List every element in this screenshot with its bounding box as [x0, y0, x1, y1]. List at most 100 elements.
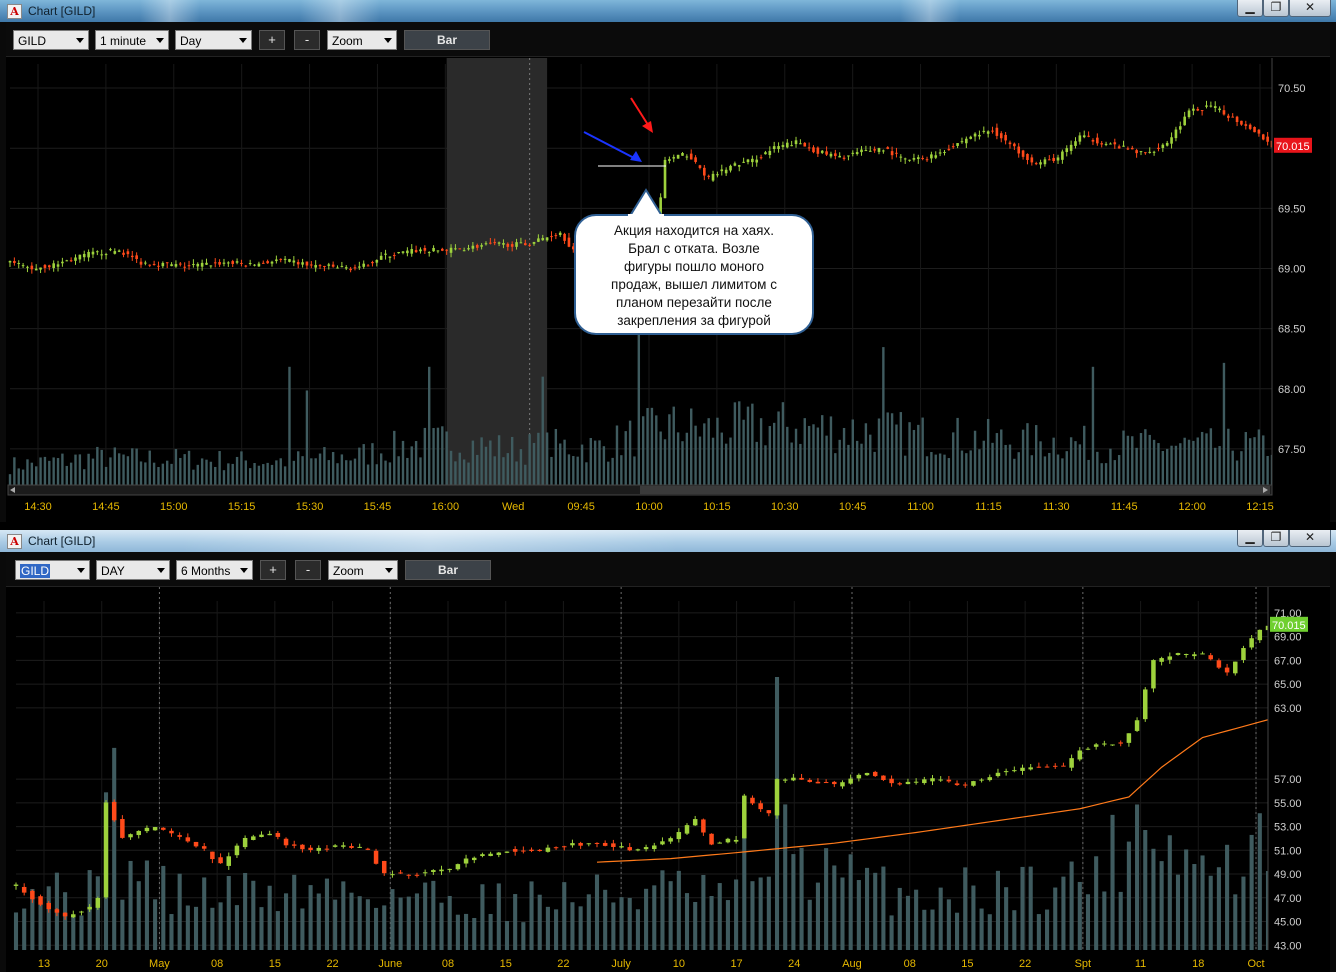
top-chart-window: A Chart [GILD] ▁ ❐ ✕ GILD 1 minute Day +… — [0, 0, 1336, 523]
candle-body — [270, 261, 274, 264]
volume-bar — [759, 418, 763, 485]
volume-bar — [374, 907, 379, 950]
volume-bar — [1061, 458, 1064, 485]
volume-bar — [214, 466, 217, 485]
volume-bar — [693, 901, 698, 950]
volume-bar — [300, 908, 305, 950]
restore-button[interactable]: ❐ — [1263, 530, 1289, 547]
bottom-title-bar[interactable]: A Chart [GILD] ▁ ❐ ✕ — [0, 530, 1336, 552]
top-title-bar[interactable]: A Chart [GILD] ▁ ❐ ✕ — [0, 0, 1336, 22]
volume-bar — [46, 886, 51, 950]
candle-body — [684, 825, 690, 834]
volume-bar — [218, 451, 221, 485]
candle-body — [742, 795, 747, 839]
volume-bar — [397, 456, 400, 485]
candle-body — [1004, 134, 1007, 141]
volume-bar — [720, 432, 723, 485]
candle-body — [692, 819, 698, 826]
candle-body — [201, 846, 207, 849]
volume-bar — [690, 408, 693, 485]
time-tick-label: 12:00 — [1178, 501, 1206, 513]
candle-body — [510, 244, 514, 247]
volume-bar — [1183, 437, 1186, 485]
volume-bar — [202, 877, 207, 950]
candle-body — [759, 157, 763, 159]
candle-body — [515, 242, 518, 247]
volume-bar — [13, 912, 19, 950]
time-tick-label: 24 — [788, 958, 800, 970]
interval-select[interactable]: DAY — [96, 560, 170, 580]
period-select[interactable]: Day — [175, 30, 252, 50]
volume-bar — [672, 406, 675, 485]
daily-chart[interactable]: 71.0069.0067.0065.0063.0057.0055.0053.00… — [6, 587, 1330, 972]
candle-body — [1216, 660, 1222, 668]
candle-body — [742, 161, 745, 163]
zoom-in-button[interactable]: + — [260, 560, 286, 580]
zoom-out-button[interactable]: - — [295, 560, 321, 580]
zoom-in-button[interactable]: + — [259, 30, 285, 50]
candle-body — [496, 852, 502, 855]
candle-body — [161, 262, 165, 267]
candle-body — [737, 165, 741, 167]
candle-body — [439, 869, 444, 872]
candle-body — [1266, 136, 1269, 142]
candle-body — [995, 127, 999, 136]
candle-body — [82, 253, 86, 258]
candle-body — [1126, 733, 1132, 743]
volume-bar — [1222, 362, 1226, 485]
time-tick-label: July — [611, 958, 631, 970]
candle-body — [668, 838, 673, 842]
volume-bar — [934, 454, 937, 485]
volume-bar — [537, 894, 542, 950]
minimize-button[interactable]: ▁ — [1237, 530, 1263, 547]
annotation-line: Акция находится на хаях. — [614, 223, 774, 238]
volume-bar — [43, 456, 47, 485]
volume-bar — [1175, 874, 1181, 950]
volume-bar — [1056, 454, 1060, 485]
volume-bar — [1087, 459, 1090, 485]
volume-bar — [464, 913, 469, 950]
close-button[interactable]: ✕ — [1289, 530, 1331, 547]
volume-bar — [183, 454, 186, 485]
symbol-select[interactable]: GILD — [15, 560, 90, 580]
symbol-select[interactable]: GILD — [13, 30, 89, 50]
volume-bar — [341, 881, 346, 950]
candle-body — [200, 262, 204, 267]
candle-body — [541, 238, 545, 241]
volume-bar — [324, 878, 329, 950]
zoom-select[interactable]: Zoom — [328, 560, 398, 580]
volume-bar — [644, 888, 649, 950]
candle-body — [38, 896, 43, 905]
volume-bar — [567, 454, 571, 485]
period-select[interactable]: 6 Months — [176, 560, 253, 580]
volume-bar — [987, 914, 992, 950]
candle-body — [213, 262, 217, 264]
candle-body — [39, 267, 42, 270]
volume-bar — [1151, 848, 1156, 950]
volume-bar — [218, 902, 223, 950]
volume-bar — [170, 463, 173, 485]
zoom-out-button[interactable]: - — [294, 30, 320, 50]
minimize-button[interactable]: ▁ — [1237, 0, 1263, 17]
chart-style-button[interactable]: Bar — [404, 30, 490, 50]
candle-body — [529, 849, 534, 852]
chart-style-button[interactable]: Bar — [405, 560, 491, 580]
volume-bar — [1148, 434, 1151, 485]
close-button[interactable]: ✕ — [1289, 0, 1331, 17]
candle-body — [848, 778, 853, 784]
volume-bar — [257, 465, 261, 485]
candle-body — [1208, 655, 1213, 660]
scrollbar-thumb[interactable] — [640, 486, 1270, 494]
volume-bar — [34, 466, 38, 485]
volume-bar — [144, 860, 149, 950]
interval-select[interactable]: 1 minute — [95, 30, 169, 50]
time-tick-label: 15:00 — [160, 501, 188, 513]
price-tick-label: 53.00 — [1274, 822, 1302, 834]
candle-body — [13, 260, 16, 263]
candle-body — [235, 261, 239, 263]
volume-bar — [71, 915, 76, 950]
restore-button[interactable]: ❐ — [1263, 0, 1289, 17]
candle-body — [484, 243, 488, 245]
volume-bar — [423, 427, 427, 485]
zoom-select[interactable]: Zoom — [327, 30, 397, 50]
